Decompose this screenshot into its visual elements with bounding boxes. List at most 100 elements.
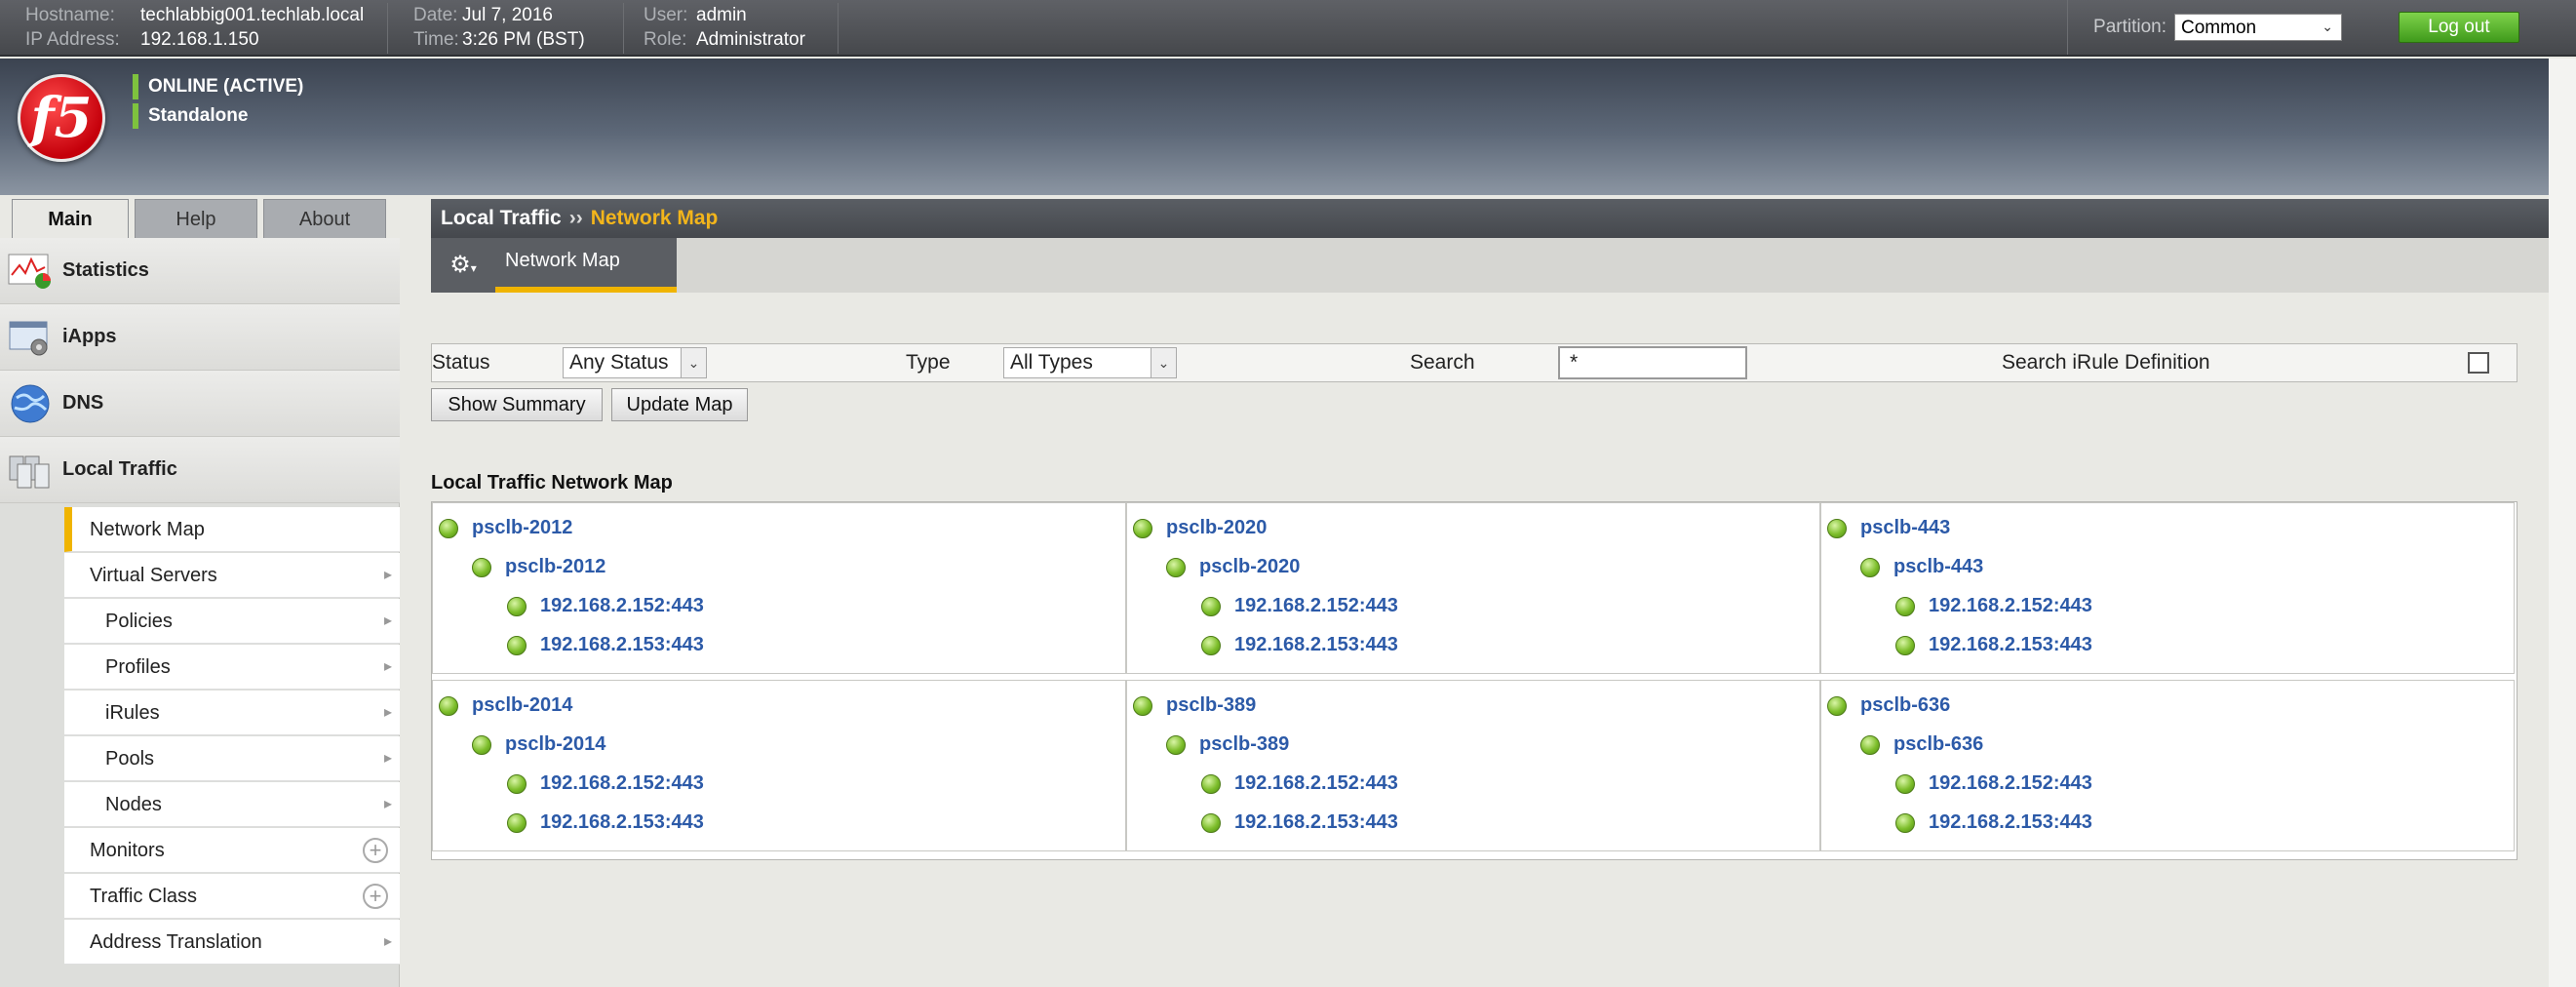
virtual-server-node[interactable]: psclb-636 (1827, 694, 1950, 717)
status-available-icon (1895, 773, 1915, 794)
user-label: User: (644, 5, 688, 25)
virtual-server-link[interactable]: psclb-443 (1860, 517, 1950, 539)
pool-node[interactable]: psclb-2012 (472, 556, 605, 578)
tab-network-map[interactable]: Network Map (495, 238, 677, 293)
member-node[interactable]: 192.168.2.153:443 (1201, 634, 1398, 656)
member-node[interactable]: 192.168.2.153:443 (1895, 634, 2092, 656)
member-link[interactable]: 192.168.2.152:443 (1929, 772, 2092, 795)
scrollbar-track[interactable] (2549, 59, 2576, 987)
pool-link[interactable]: psclb-2012 (505, 556, 605, 578)
type-value: All Types (1010, 351, 1093, 374)
submenu-network-map[interactable]: Network Map (64, 507, 400, 552)
member-link[interactable]: 192.168.2.153:443 (1234, 634, 1398, 656)
irule-search-label: Search iRule Definition (2002, 351, 2210, 374)
virtual-server-node[interactable]: psclb-389 (1133, 694, 1256, 717)
add-monitor-icon[interactable]: + (363, 838, 388, 863)
member-link[interactable]: 192.168.2.152:443 (540, 772, 704, 795)
virtual-server-link[interactable]: psclb-636 (1860, 694, 1950, 717)
member-node[interactable]: 192.168.2.152:443 (507, 772, 704, 795)
member-link[interactable]: 192.168.2.152:443 (540, 595, 704, 617)
show-summary-button[interactable]: Show Summary (431, 388, 603, 421)
breadcrumb-parent[interactable]: Local Traffic (441, 207, 562, 229)
breadcrumb-current: Network Map (590, 207, 719, 229)
submenu-traffic-class[interactable]: Traffic Class + (64, 874, 400, 919)
pool-link[interactable]: psclb-636 (1893, 733, 1983, 756)
sidebar-item-statistics[interactable]: Statistics (0, 238, 400, 304)
type-select[interactable]: All Types ⌄ (1003, 347, 1177, 378)
hostname-label: Hostname: (25, 5, 115, 25)
member-node[interactable]: 192.168.2.152:443 (1895, 772, 2092, 795)
submenu-policies[interactable]: Policies ▸ (64, 599, 400, 644)
submenu-profiles[interactable]: Profiles ▸ (64, 645, 400, 690)
pool-link[interactable]: psclb-443 (1893, 556, 1983, 578)
tab-help[interactable]: Help (135, 199, 257, 238)
virtual-server-link[interactable]: psclb-2012 (472, 517, 572, 539)
topbar-divider (2067, 0, 2068, 55)
virtual-server-node[interactable]: psclb-2020 (1133, 517, 1267, 539)
submenu-pools[interactable]: Pools ▸ (64, 736, 400, 781)
member-node[interactable]: 192.168.2.153:443 (1895, 811, 2092, 834)
status-available-icon (507, 773, 527, 794)
submenu-monitors[interactable]: Monitors + (64, 828, 400, 873)
tab-main[interactable]: Main (12, 199, 129, 238)
status-select[interactable]: Any Status ⌄ (563, 347, 707, 378)
submenu-address-translation[interactable]: Address Translation ▸ (64, 920, 400, 965)
pool-node[interactable]: psclb-2014 (472, 733, 605, 756)
irule-search-checkbox[interactable] (2468, 352, 2489, 374)
sidebar-item-label: DNS (62, 392, 104, 414)
chevron-right-icon: ▸ (383, 704, 392, 721)
status-available-icon (507, 635, 527, 655)
member-node[interactable]: 192.168.2.153:443 (507, 811, 704, 834)
pool-link[interactable]: psclb-389 (1199, 733, 1289, 756)
sidebar-item-iapps[interactable]: iApps (0, 304, 400, 371)
host-info: Hostname: techlabbig001.techlab.local IP … (10, 3, 388, 54)
member-node[interactable]: 192.168.2.152:443 (1201, 595, 1398, 617)
search-input[interactable]: * (1558, 346, 1747, 379)
virtual-server-link[interactable]: psclb-2020 (1166, 517, 1267, 539)
header-banner: f5 ONLINE (ACTIVE) Standalone (0, 59, 2549, 195)
sidebar-item-label: Statistics (62, 259, 149, 281)
chevron-right-icon: ▸ (383, 750, 392, 767)
submenu-irules[interactable]: iRules ▸ (64, 691, 400, 735)
member-link[interactable]: 192.168.2.152:443 (1929, 595, 2092, 617)
virtual-server-link[interactable]: psclb-2014 (472, 694, 572, 717)
member-node[interactable]: 192.168.2.152:443 (1201, 772, 1398, 795)
pool-node[interactable]: psclb-2020 (1166, 556, 1300, 578)
member-node[interactable]: 192.168.2.152:443 (507, 595, 704, 617)
status-available-icon (1895, 596, 1915, 616)
virtual-server-node[interactable]: psclb-2014 (439, 694, 572, 717)
virtual-server-node[interactable]: psclb-2012 (439, 517, 572, 539)
add-traffic-class-icon[interactable]: + (363, 884, 388, 909)
map-cell: psclb-2012 psclb-2012 192.168.2.152:443 … (432, 502, 1126, 674)
member-link[interactable]: 192.168.2.153:443 (540, 634, 704, 656)
member-node[interactable]: 192.168.2.152:443 (1895, 595, 2092, 617)
virtual-server-node[interactable]: psclb-443 (1827, 517, 1950, 539)
virtual-server-link[interactable]: psclb-389 (1166, 694, 1256, 717)
partition-select[interactable]: Common ⌄ (2174, 14, 2342, 41)
member-link[interactable]: 192.168.2.153:443 (1234, 811, 1398, 834)
pool-link[interactable]: psclb-2020 (1199, 556, 1300, 578)
pool-node[interactable]: psclb-443 (1860, 556, 1983, 578)
sidebar-item-local-traffic[interactable]: Local Traffic (0, 437, 400, 503)
member-link[interactable]: 192.168.2.152:443 (1234, 595, 1398, 617)
status-online: ONLINE (ACTIVE) (133, 74, 303, 99)
member-link[interactable]: 192.168.2.153:443 (1929, 634, 2092, 656)
date-info: Date: Jul 7, 2016 Time: 3:26 PM (BST) (398, 3, 624, 54)
search-label: Search (1410, 351, 1475, 374)
member-link[interactable]: 192.168.2.153:443 (540, 811, 704, 834)
submenu-nodes[interactable]: Nodes ▸ (64, 782, 400, 827)
tab-about[interactable]: About (263, 199, 386, 238)
pool-node[interactable]: psclb-636 (1860, 733, 1983, 756)
pool-node[interactable]: psclb-389 (1166, 733, 1289, 756)
sidebar-item-dns[interactable]: DNS (0, 371, 400, 437)
pool-link[interactable]: psclb-2014 (505, 733, 605, 756)
member-link[interactable]: 192.168.2.152:443 (1234, 772, 1398, 795)
chevron-right-icon: ▸ (383, 796, 392, 812)
member-node[interactable]: 192.168.2.153:443 (507, 634, 704, 656)
gear-icon[interactable]: ⚙▾ (431, 238, 495, 293)
update-map-button[interactable]: Update Map (611, 388, 748, 421)
logout-button[interactable]: Log out (2399, 12, 2519, 43)
submenu-virtual-servers[interactable]: Virtual Servers ▸ (64, 553, 400, 598)
member-node[interactable]: 192.168.2.153:443 (1201, 811, 1398, 834)
member-link[interactable]: 192.168.2.153:443 (1929, 811, 2092, 834)
